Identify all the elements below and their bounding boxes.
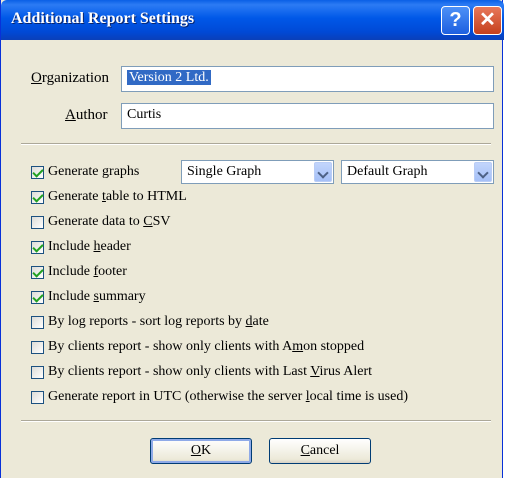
graph-type-dropdown[interactable]: Default Graph	[341, 160, 494, 184]
option-label: Include footer	[48, 264, 127, 279]
help-icon: ?	[449, 9, 462, 31]
option-label: Include summary	[48, 289, 146, 304]
chevron-down-icon[interactable]	[314, 162, 332, 182]
option-label: Generate table to HTML	[48, 189, 187, 204]
option-label: Generate graphs	[48, 164, 140, 179]
organization-value: Version 2 Ltd.	[127, 70, 211, 85]
checkbox[interactable]	[31, 390, 44, 404]
option-row[interactable]: Generate report in UTC (otherwise the se…	[31, 387, 408, 407]
separator-top	[21, 143, 491, 145]
checkbox[interactable]	[31, 165, 44, 179]
ok-button[interactable]: OK	[150, 438, 252, 464]
option-row[interactable]: By clients report - show only clients wi…	[31, 362, 372, 382]
option-row[interactable]: Generate data to CSV	[31, 212, 170, 232]
window-title: Additional Report Settings	[11, 10, 195, 27]
graph-type-value: Default Graph	[347, 164, 428, 179]
option-row[interactable]: Include footer	[31, 262, 127, 282]
chevron-down-icon[interactable]	[474, 162, 492, 182]
organization-label: Organization	[31, 70, 110, 86]
option-label: By log reports - sort log reports by dat…	[48, 314, 269, 329]
author-label: Author	[65, 107, 108, 123]
option-label: Generate data to CSV	[48, 214, 171, 229]
checkbox[interactable]	[31, 340, 44, 354]
option-label: By clients report - show only clients wi…	[48, 364, 372, 379]
graph-mode-dropdown[interactable]: Single Graph	[181, 160, 334, 184]
organization-field[interactable]: Version 2 Ltd.	[121, 66, 494, 92]
dialog-window: Additional Report Settings ? ✕ Organizat…	[0, 0, 504, 478]
checkbox[interactable]	[31, 365, 44, 379]
checkbox[interactable]	[31, 290, 44, 304]
option-row[interactable]: Include header	[31, 237, 131, 257]
option-row[interactable]: By clients report - show only clients wi…	[31, 337, 364, 357]
title-bar[interactable]: Additional Report Settings ? ✕	[1, 0, 504, 40]
close-icon: ✕	[479, 9, 496, 31]
checkbox[interactable]	[31, 190, 44, 204]
checkbox[interactable]	[31, 315, 44, 329]
author-field[interactable]: Curtis	[121, 103, 494, 129]
option-row[interactable]: Generate table to HTML	[31, 187, 187, 207]
option-row[interactable]: By log reports - sort log reports by dat…	[31, 312, 269, 332]
cancel-button[interactable]: Cancel	[269, 438, 371, 464]
option-row[interactable]: Generate graphs	[31, 162, 139, 182]
separator-bottom	[21, 420, 491, 422]
close-button[interactable]: ✕	[473, 6, 502, 35]
help-button[interactable]: ?	[441, 6, 470, 35]
option-label: By clients report - show only clients wi…	[48, 339, 365, 354]
checkbox[interactable]	[31, 215, 44, 229]
author-value: Curtis	[127, 107, 162, 122]
option-label: Generate report in UTC (otherwise the se…	[48, 389, 408, 404]
checkbox[interactable]	[31, 265, 44, 279]
graph-mode-value: Single Graph	[187, 164, 262, 179]
checkbox[interactable]	[31, 240, 44, 254]
option-label: Include header	[48, 239, 131, 254]
option-row[interactable]: Include summary	[31, 287, 146, 307]
